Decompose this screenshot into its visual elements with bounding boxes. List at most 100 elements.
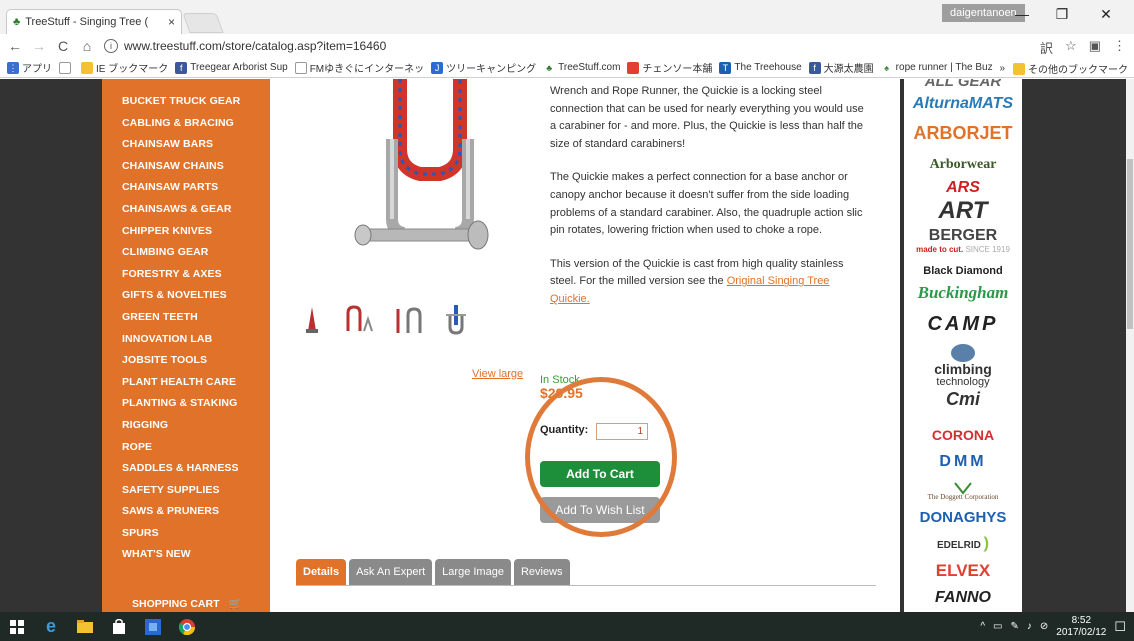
brand-logo[interactable]: ARS — [904, 179, 1022, 197]
thumbnail-2[interactable] — [346, 305, 373, 332]
sidebar-item-chainsaws-gear[interactable]: CHAINSAWS & GEAR — [102, 199, 270, 221]
sidebar-item-gifts-novelties[interactable]: GIFTS & NOVELTIES — [102, 285, 270, 307]
sidebar-item-plant-health-care[interactable]: PLANT HEALTH CARE — [102, 372, 270, 394]
sidebar-item-chainsaw-chains[interactable]: CHAINSAW CHAINS — [102, 156, 270, 178]
sidebar-item-planting-staking[interactable]: PLANTING & STAKING — [102, 393, 270, 415]
bookmark-apps[interactable]: ⋮ アプリ — [7, 60, 52, 75]
sidebar-item-chainsaw-bars[interactable]: CHAINSAW BARS — [102, 134, 270, 156]
thumbnail-4[interactable] — [446, 305, 466, 335]
tray-expand-icon[interactable]: ^ — [980, 621, 985, 632]
tab-close-icon[interactable]: × — [168, 15, 175, 29]
brand-logo[interactable]: ART — [904, 197, 1022, 225]
minimize-button[interactable]: — — [1012, 6, 1032, 22]
other-bookmarks[interactable]: その他のブックマーク — [1028, 61, 1128, 76]
app-icon[interactable] — [136, 612, 170, 641]
pen-icon[interactable]: ✎ — [1011, 621, 1019, 632]
clock[interactable]: 8:52 2017/02/12 — [1056, 615, 1106, 639]
sidebar-item-green-teeth[interactable]: GREEN TEETH — [102, 307, 270, 329]
tab-details[interactable]: Details — [296, 559, 347, 585]
bookmark-item[interactable]: ♣ TreeStuff.com — [543, 61, 620, 74]
page-scrollbar[interactable] — [1126, 79, 1134, 612]
network-icon[interactable]: ⊘ — [1040, 621, 1048, 632]
forward-arrow-icon[interactable]: → — [30, 38, 48, 54]
notifications-icon[interactable]: ☐ — [1114, 619, 1126, 635]
sidebar-item-bucket-truck-gear[interactable]: BUCKET TRUCK GEAR — [102, 91, 270, 113]
sidebar-item-jobsite-tools[interactable]: JOBSITE TOOLS — [102, 350, 270, 372]
quantity-input[interactable] — [596, 423, 648, 440]
bookmark-item[interactable]: チェンソー本舗 — [627, 60, 712, 75]
bookmark-item[interactable]: f 大源太農園 — [808, 60, 874, 75]
sidebar-item-saddles-harness[interactable]: SADDLES & HARNESS — [102, 458, 270, 480]
brand-logo[interactable]: DONAGHYS — [904, 509, 1022, 526]
window-close-button[interactable]: ✕ — [1096, 6, 1116, 23]
browser-tab[interactable]: ♣ TreeStuff - Singing Tree ( × — [6, 9, 182, 34]
tab-reviews[interactable]: Reviews — [513, 559, 570, 585]
bookmark-star-icon[interactable]: ☆ — [1065, 38, 1077, 57]
thumbnail-1[interactable] — [306, 307, 318, 333]
sidebar-item-rigging[interactable]: RIGGING — [102, 415, 270, 437]
brand-logo[interactable]: CAMP — [904, 313, 1022, 336]
brand-logo[interactable]: EDELRID ) — [904, 535, 1022, 553]
brand-logo[interactable]: CORONA — [904, 427, 1022, 443]
tab-large-image[interactable]: Large Image — [435, 559, 511, 585]
bookmark-item[interactable]: f Treegear Arborist Sup — [175, 61, 288, 74]
back-arrow-icon[interactable]: ← — [6, 38, 24, 54]
file-explorer-icon[interactable] — [68, 612, 102, 641]
sidebar-item-chipper-knives[interactable]: CHIPPER KNIVES — [102, 221, 270, 243]
bookmark-item[interactable] — [59, 61, 74, 74]
translate-icon[interactable]: 訳 — [1040, 38, 1053, 57]
bookmark-item[interactable]: ♠ rope runner | The Buz — [880, 61, 993, 74]
battery-icon[interactable]: ▭ — [993, 621, 1002, 632]
product-image[interactable] — [330, 79, 530, 294]
chrome-icon[interactable] — [170, 612, 204, 641]
sidebar-item-chainsaw-parts[interactable]: CHAINSAW PARTS — [102, 177, 270, 199]
bookmark-item[interactable]: T The Treehouse — [719, 61, 802, 74]
volume-icon[interactable]: ♪ — [1027, 621, 1032, 632]
add-to-cart-button[interactable]: Add To Cart — [540, 461, 660, 487]
reload-icon[interactable]: C — [54, 38, 72, 54]
brand-logo[interactable]: DMM — [904, 453, 1022, 471]
sidebar-item-spurs[interactable]: SPURS — [102, 523, 270, 545]
tab-ask-an-expert[interactable]: Ask An Expert — [349, 559, 433, 585]
view-large-link[interactable]: View large — [472, 368, 523, 380]
bookmark-item[interactable]: FMゆきぐにインターネッ — [294, 60, 424, 75]
shopping-cart-link[interactable]: SHOPPING CART 🛒 — [132, 597, 242, 610]
new-tab-button[interactable] — [182, 13, 224, 33]
sidebar-item-safety-supplies[interactable]: SAFETY SUPPLIES — [102, 480, 270, 502]
sidebar-item-saws-pruners[interactable]: SAWS & PRUNERS — [102, 501, 270, 523]
sidebar-item-climbing-gear[interactable]: CLIMBING GEAR — [102, 242, 270, 264]
brand-logo[interactable]: Arborwear — [904, 157, 1022, 173]
brand-logo[interactable]: ELVEX — [904, 561, 1022, 581]
page-icon — [294, 61, 307, 74]
brand-logo[interactable]: FANNO — [904, 589, 1022, 607]
extension-icon[interactable]: ▣ — [1089, 38, 1101, 57]
brand-logo[interactable]: Cmi — [904, 389, 1022, 410]
scrollbar-thumb[interactable] — [1127, 159, 1133, 329]
brand-logo[interactable]: Black Diamond — [904, 265, 1022, 277]
info-icon[interactable]: i — [104, 39, 118, 53]
menu-icon[interactable]: ⋮ — [1113, 38, 1126, 57]
sidebar-item-rope[interactable]: ROPE — [102, 437, 270, 459]
brand-logo[interactable]: climbing technology — [904, 362, 1022, 389]
bookmark-item[interactable]: IE ブックマーク — [81, 60, 168, 75]
home-icon[interactable]: ⌂ — [78, 38, 96, 54]
brand-logo[interactable]: AlturnaMATS — [904, 95, 1022, 113]
brand-logo[interactable]: ALL GEAR — [904, 79, 1022, 90]
brand-logo[interactable]: The Doggett Corporation — [904, 493, 1022, 501]
add-to-wishlist-button[interactable]: Add To Wish List — [540, 497, 660, 523]
url-field[interactable]: i www.treestuff.com/store/catalog.asp?it… — [104, 36, 968, 56]
sidebar-item-cabling-bracing[interactable]: CABLING & BRACING — [102, 113, 270, 135]
brand-logo[interactable]: BERGER — [904, 227, 1022, 245]
brand-logo[interactable]: Buckingham — [904, 283, 1022, 303]
sidebar-item-innovation-lab[interactable]: INNOVATION LAB — [102, 329, 270, 351]
maximize-button[interactable]: ❐ — [1052, 6, 1072, 23]
bookmark-item[interactable]: J ツリーキャンピング — [431, 60, 536, 75]
brand-logo[interactable]: ARBORJET — [904, 123, 1022, 144]
edge-browser-icon[interactable]: e — [34, 612, 68, 641]
store-bag-icon[interactable] — [102, 612, 136, 641]
sidebar-item-whats-new[interactable]: WHAT'S NEW — [102, 544, 270, 566]
thumbnail-3[interactable] — [396, 307, 422, 333]
sidebar-item-forestry-axes[interactable]: FORESTRY & AXES — [102, 264, 270, 286]
start-windows-icon[interactable] — [0, 612, 34, 641]
bookmarks-overflow-icon[interactable]: » — [999, 63, 1005, 74]
